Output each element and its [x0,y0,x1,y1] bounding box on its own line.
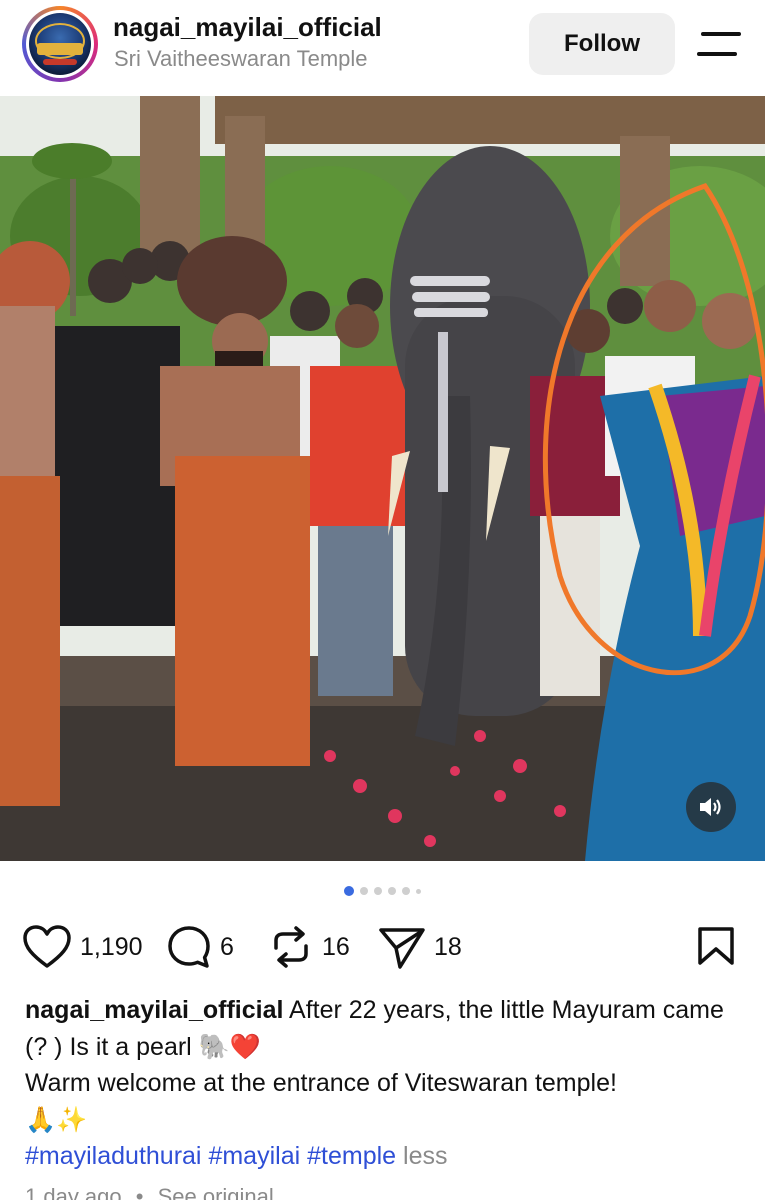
hashtag-link[interactable]: #mayilai [208,1142,300,1170]
meta-separator: • [135,1184,144,1200]
like-count: 1,190 [80,932,143,961]
like-action[interactable]: 1,190 [22,924,143,970]
hashtag-link[interactable]: #temple [307,1142,396,1170]
post-location[interactable]: Sri Vaitheeswaran Temple [114,46,368,72]
follow-button[interactable]: Follow [529,13,675,75]
action-bar: 1,190 6 16 18 [0,918,765,978]
hamburger-menu-icon[interactable] [697,30,741,58]
post-photo[interactable] [0,96,765,861]
repost-icon[interactable] [268,924,314,970]
avatar-image [29,13,91,75]
carousel-indicator [0,884,765,898]
repost-action[interactable]: 16 [268,924,350,970]
share-action[interactable]: 18 [378,924,462,970]
carousel-dot [374,887,382,895]
carousel-dot-active [344,886,354,896]
post-meta: 1 day ago • See original [25,1184,274,1200]
profile-avatar[interactable] [22,6,98,82]
heart-icon[interactable] [22,924,72,970]
share-count: 18 [434,932,462,961]
less-link[interactable]: less [403,1142,447,1170]
post-username[interactable]: nagai_mayilai_official [113,12,382,43]
carousel-dot [360,887,368,895]
hashtag-link[interactable]: #mayiladuthurai [25,1142,202,1170]
repost-count: 16 [322,932,350,961]
bookmark-icon[interactable] [695,926,737,966]
see-original-link[interactable]: See original [158,1184,274,1200]
carousel-dot [416,888,421,894]
carousel-dot [388,887,396,895]
speaker-icon [700,798,721,816]
send-icon[interactable] [378,924,426,970]
post-header: nagai_mayilai_official Sri Vaitheeswaran… [0,0,765,96]
post-caption: nagai_mayilai_official After 22 years, t… [25,992,745,1175]
carousel-dot [402,887,410,895]
comment-bubble-icon[interactable] [166,924,212,970]
post-time: 1 day ago [25,1184,122,1200]
caption-emoji: 🙏✨ [25,1105,88,1134]
sound-toggle-button[interactable] [686,782,736,832]
comment-count: 6 [220,932,234,961]
caption-line: Warm welcome at the entrance of Viteswar… [25,1069,617,1097]
comment-action[interactable]: 6 [166,924,234,970]
caption-username[interactable]: nagai_mayilai_official [25,996,283,1024]
